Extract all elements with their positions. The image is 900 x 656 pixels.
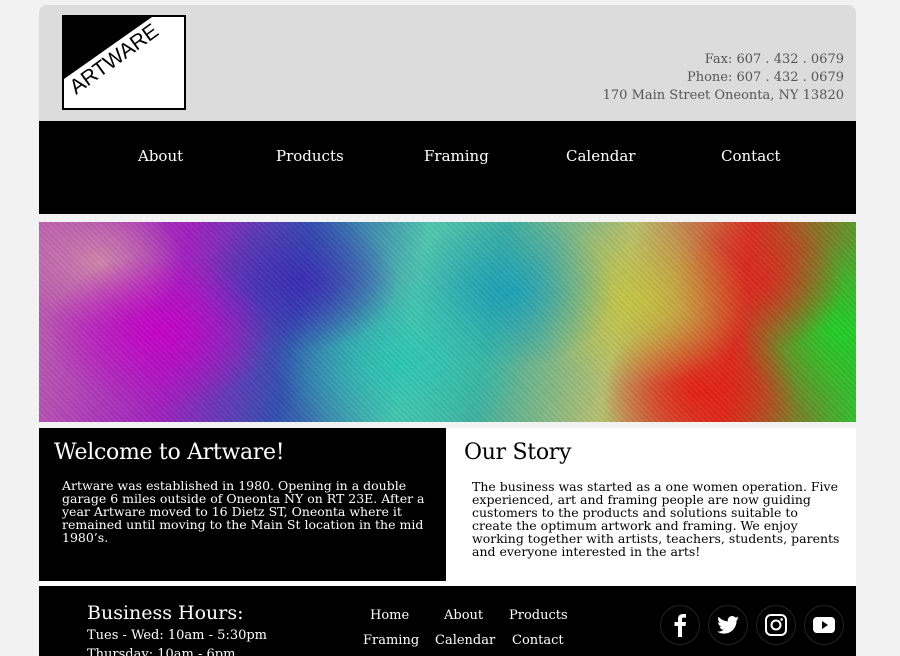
street-address: 170 Main Street Oneonta, NY 13820 [602, 88, 844, 103]
footer-nav-calendar[interactable]: Calendar [435, 633, 495, 648]
footer-nav-products[interactable]: Products [509, 608, 568, 623]
footer-nav-framing[interactable]: Framing [363, 633, 419, 648]
nav-products[interactable]: Products [276, 147, 344, 165]
nav-framing[interactable]: Framing [424, 147, 489, 165]
story-panel: Our Story The business was started as a … [464, 428, 856, 581]
page: ARTWARE Fax: 607 . 432 . 0679 Phone: 607… [39, 5, 856, 656]
main-nav: About Products Framing Calendar Contact [39, 121, 856, 214]
main-content: Welcome to Artware! Artware was establis… [39, 428, 856, 586]
welcome-title: Welcome to Artware! [54, 440, 285, 465]
hero-banner-image [39, 222, 856, 422]
instagram-icon[interactable] [757, 606, 795, 644]
facebook-icon[interactable] [661, 606, 699, 644]
artware-logo[interactable]: ARTWARE [62, 15, 186, 110]
fax-number: Fax: 607 . 432 . 0679 [704, 52, 844, 67]
hours-title: Business Hours: [87, 602, 244, 624]
footer-nav-contact[interactable]: Contact [512, 633, 564, 648]
welcome-panel: Welcome to Artware! Artware was establis… [39, 428, 446, 581]
footer: Business Hours: Tues - Wed: 10am - 5:30p… [39, 586, 856, 656]
story-title: Our Story [464, 440, 572, 465]
nav-about[interactable]: About [138, 147, 183, 165]
footer-nav-home[interactable]: Home [370, 608, 409, 623]
contact-info: Fax: 607 . 432 . 0679 Phone: 607 . 432 .… [603, 51, 844, 105]
story-text: The business was started as a one women … [472, 479, 840, 559]
header: ARTWARE Fax: 607 . 432 . 0679 Phone: 607… [39, 5, 856, 121]
phone-number: Phone: 607 . 432 . 0679 [686, 70, 844, 85]
logo-graphic: ARTWARE [64, 17, 163, 99]
nav-contact[interactable]: Contact [721, 147, 781, 165]
nav-calendar[interactable]: Calendar [566, 147, 635, 165]
hours-line: Tues - Wed: 10am - 5:30pm [87, 628, 268, 643]
footer-nav-about[interactable]: About [444, 608, 483, 623]
hours-line: Thursday: 10am - 6pm [87, 647, 236, 656]
youtube-icon[interactable] [805, 606, 843, 644]
welcome-text: Artware was established in 1980. Opening… [62, 478, 425, 545]
twitter-icon[interactable] [709, 606, 747, 644]
